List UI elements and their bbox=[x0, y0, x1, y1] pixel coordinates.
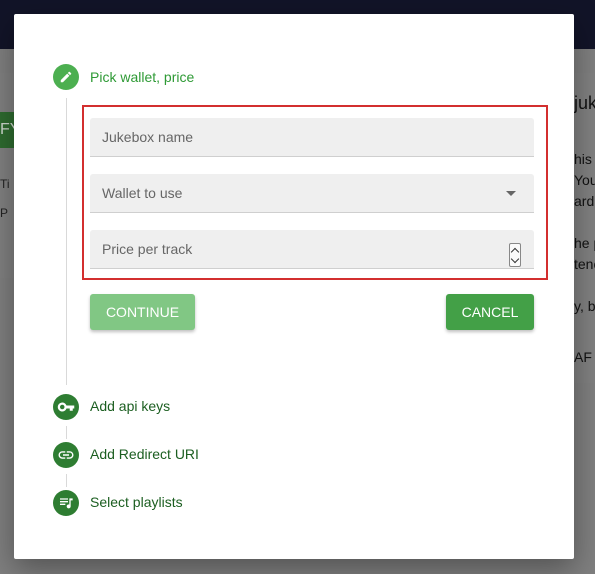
create-jukebox-dialog: Pick wallet, price Jukebox name Wallet t… bbox=[14, 14, 574, 559]
jukebox-name-field[interactable]: Jukebox name bbox=[90, 118, 534, 157]
playlist-icon bbox=[60, 498, 73, 509]
step-select-playlists-label[interactable]: Select playlists bbox=[90, 494, 183, 510]
step-redirect-uri-icon[interactable] bbox=[53, 442, 79, 468]
wallet-select[interactable]: Wallet to use bbox=[90, 174, 534, 213]
pencil-icon bbox=[60, 71, 72, 83]
stepper-connector bbox=[66, 98, 67, 385]
wallet-select-placeholder: Wallet to use bbox=[102, 185, 183, 201]
stepper-connector bbox=[66, 426, 67, 439]
step-api-keys-icon[interactable] bbox=[53, 394, 79, 420]
jukebox-name-placeholder: Jukebox name bbox=[102, 129, 194, 145]
background-row: Ti bbox=[0, 177, 10, 191]
step-select-playlists-icon[interactable] bbox=[53, 490, 79, 516]
background-row: P bbox=[0, 206, 9, 220]
background-card-left bbox=[0, 73, 14, 278]
key-icon bbox=[57, 402, 75, 412]
spin-down-icon[interactable] bbox=[510, 254, 520, 264]
price-placeholder: Price per track bbox=[102, 241, 193, 257]
dropdown-arrow-icon[interactable] bbox=[506, 191, 516, 196]
step-pick-wallet-icon[interactable] bbox=[53, 64, 79, 90]
stepper-connector bbox=[66, 474, 67, 487]
cancel-button[interactable]: CANCEL bbox=[446, 294, 534, 330]
step-pick-wallet-label[interactable]: Pick wallet, price bbox=[90, 69, 194, 85]
background-card-right: juk his You ard he p tenc y, be AF bbox=[574, 73, 595, 383]
link-icon bbox=[58, 451, 74, 459]
continue-button[interactable]: CONTINUE bbox=[90, 294, 195, 330]
background-button: FY bbox=[0, 112, 14, 148]
step-api-keys-label[interactable]: Add api keys bbox=[90, 398, 170, 414]
number-spinner[interactable] bbox=[509, 243, 521, 267]
step-redirect-uri-label[interactable]: Add Redirect URI bbox=[90, 446, 199, 462]
price-per-track-field[interactable]: Price per track bbox=[90, 230, 534, 269]
